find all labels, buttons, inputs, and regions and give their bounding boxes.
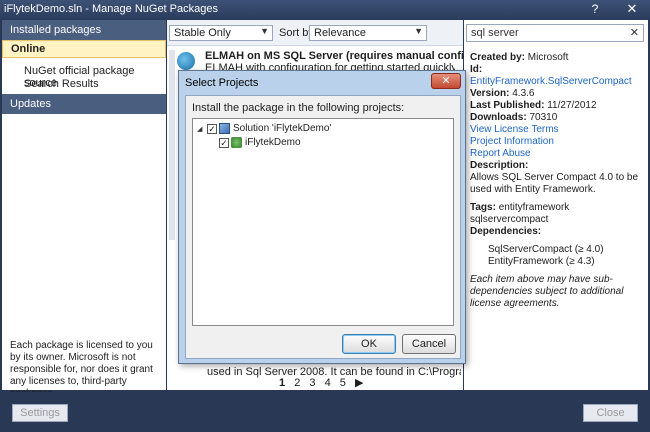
package-details: Created by: Microsoft Id: EntityFramewor… bbox=[470, 52, 644, 310]
settings-button[interactable]: Settings bbox=[12, 404, 68, 422]
published-label: Last Published: bbox=[470, 100, 545, 111]
package-icon bbox=[177, 52, 195, 70]
dialog-instruction: Install the package in the following pro… bbox=[192, 102, 405, 114]
footer-bar: Settings Close bbox=[0, 392, 650, 432]
dialog-body: Install the package in the following pro… bbox=[185, 95, 461, 359]
nav-updates[interactable]: Updates bbox=[2, 94, 166, 114]
list-toolbar: Stable Only ▼ Sort by: Relevance ▼ bbox=[167, 20, 463, 46]
project-info-link[interactable]: Project Information bbox=[470, 136, 644, 148]
search-input[interactable]: sql server ✕ bbox=[466, 24, 644, 42]
solution-checkbox[interactable]: ✓ bbox=[207, 123, 217, 134]
created-by-value: Microsoft bbox=[527, 52, 569, 63]
filter-value: Stable Only bbox=[174, 27, 231, 39]
page-link[interactable]: 4 bbox=[325, 377, 331, 389]
tree-row-solution: ◢ ✓ Solution 'iFlytekDemo' bbox=[197, 123, 331, 134]
dialog-title: Select Projects bbox=[185, 77, 259, 89]
page-link[interactable]: 2 bbox=[294, 377, 300, 389]
solution-label: Solution 'iFlytekDemo' bbox=[233, 123, 332, 134]
downloads-value: 70310 bbox=[529, 112, 558, 123]
chevron-down-icon: ▼ bbox=[260, 26, 269, 36]
created-by-label: Created by: bbox=[470, 52, 526, 63]
solution-icon bbox=[219, 123, 230, 134]
project-tree: ◢ ✓ Solution 'iFlytekDemo' ✓ iFlytekDemo bbox=[192, 118, 454, 326]
select-projects-dialog: Select Projects ✕ Install the package in… bbox=[178, 70, 466, 364]
project-checkbox[interactable]: ✓ bbox=[219, 137, 229, 148]
page-link[interactable]: 1 bbox=[279, 377, 285, 389]
help-icon[interactable]: ? bbox=[584, 2, 606, 18]
window-close-icon[interactable]: ✕ bbox=[618, 1, 646, 18]
chevron-down-icon: ▼ bbox=[414, 26, 423, 36]
search-value: sql server bbox=[471, 27, 519, 39]
package-title[interactable]: ELMAH on MS SQL Server (requires manual … bbox=[205, 50, 474, 62]
title-bar: iFlytekDemo.sln - Manage NuGet Packages … bbox=[0, 0, 650, 20]
nav-online[interactable]: Online bbox=[2, 40, 166, 58]
project-icon bbox=[231, 137, 242, 148]
description-text: Allows SQL Server Compact 4.0 to be used… bbox=[470, 172, 639, 195]
view-license-link[interactable]: View License Terms bbox=[470, 124, 644, 136]
version-value: 4.3.6 bbox=[512, 88, 535, 99]
close-button[interactable]: Close bbox=[583, 404, 638, 422]
description-label: Description: bbox=[470, 160, 529, 171]
id-label: Id: bbox=[470, 64, 483, 75]
clear-search-icon[interactable]: ✕ bbox=[630, 26, 639, 39]
nav-search-results[interactable]: Search Results bbox=[24, 78, 99, 90]
downloads-label: Downloads: bbox=[470, 112, 527, 123]
sort-dropdown[interactable]: Relevance ▼ bbox=[309, 25, 427, 41]
report-abuse-link[interactable]: Report Abuse bbox=[470, 148, 644, 160]
dependencies-label: Dependencies: bbox=[470, 226, 542, 237]
pager: 1 2 3 4 5 ▶ bbox=[279, 376, 369, 389]
version-label: Version: bbox=[470, 88, 510, 99]
window-title: iFlytekDemo.sln - Manage NuGet Packages bbox=[4, 3, 218, 15]
published-value: 11/27/2012 bbox=[547, 100, 597, 111]
dependency-footnote: Each item above may have sub-dependencie… bbox=[470, 274, 624, 309]
project-label: iFlytekDemo bbox=[245, 137, 301, 148]
dependency-item: EntityFramework (≥ 4.3) bbox=[488, 256, 595, 267]
package-id-link[interactable]: EntityFramework.SqlServerCompact bbox=[470, 76, 632, 87]
dialog-close-icon[interactable]: ✕ bbox=[431, 73, 461, 89]
page-link[interactable]: 5 bbox=[340, 377, 346, 389]
next-page-icon[interactable]: ▶ bbox=[355, 377, 363, 389]
expander-icon[interactable]: ◢ bbox=[197, 125, 205, 133]
sort-value: Relevance bbox=[314, 27, 366, 39]
nuget-window: iFlytekDemo.sln - Manage NuGet Packages … bbox=[0, 0, 650, 432]
license-note: Each package is licensed to you by its o… bbox=[10, 340, 153, 399]
list-scrollbar[interactable] bbox=[169, 50, 175, 240]
filter-dropdown[interactable]: Stable Only ▼ bbox=[169, 25, 273, 41]
page-link[interactable]: 3 bbox=[309, 377, 315, 389]
ok-button[interactable]: OK bbox=[342, 334, 396, 354]
dependency-item: SqlServerCompact (≥ 4.0) bbox=[488, 244, 604, 255]
cancel-button[interactable]: Cancel bbox=[402, 334, 456, 354]
left-nav: Installed packages Online NuGet official… bbox=[2, 20, 166, 399]
details-pane: sql server ✕ Created by: Microsoft Id: E… bbox=[464, 20, 648, 390]
tags-label: Tags: bbox=[470, 202, 496, 213]
nav-installed-packages[interactable]: Installed packages bbox=[2, 20, 166, 40]
tree-row-project: ✓ iFlytekDemo bbox=[219, 137, 301, 148]
